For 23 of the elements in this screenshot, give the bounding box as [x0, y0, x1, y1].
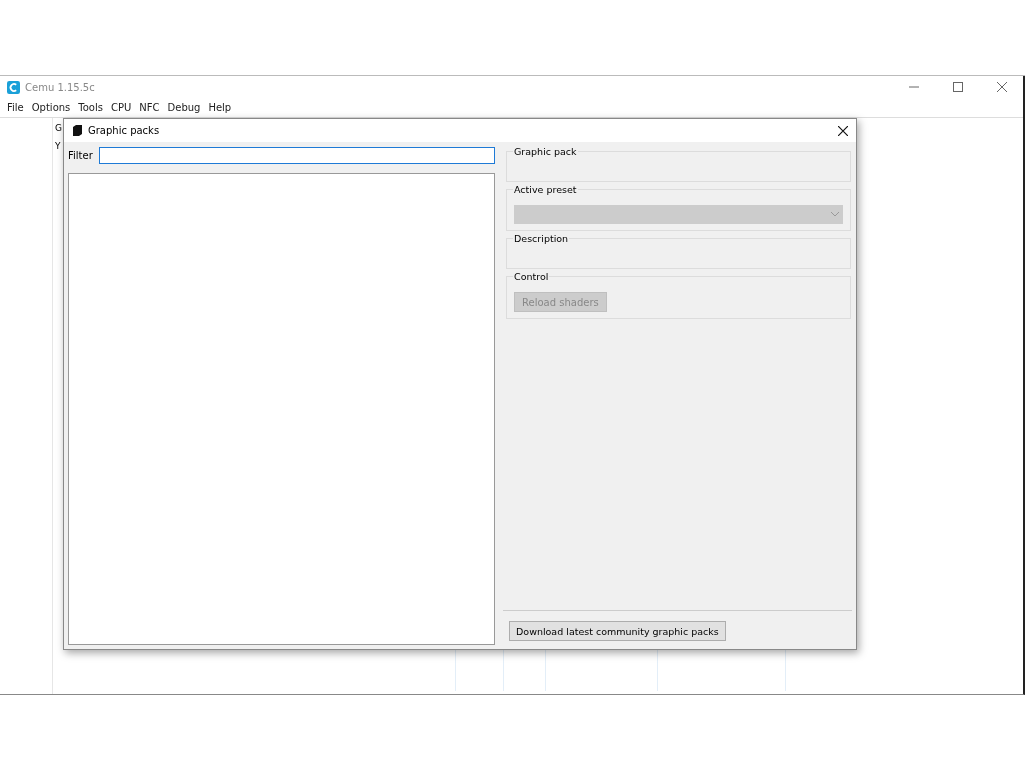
menu-item[interactable]: CPU	[106, 102, 136, 113]
download-button[interactable]: Download latest community graphic packs	[509, 621, 726, 641]
filter-field[interactable]	[98, 147, 495, 164]
menu-item[interactable]: Tools	[74, 102, 107, 113]
maximize-icon[interactable]	[953, 82, 963, 92]
book-icon	[72, 125, 82, 136]
dialog-title: Graphic packs	[88, 125, 160, 136]
menu-item[interactable]: Help	[204, 102, 236, 113]
menu-item[interactable]: NFC	[135, 102, 164, 113]
group-label: Graphic pack	[513, 146, 578, 157]
filter-label: Filter	[68, 150, 93, 161]
list-header-text: G	[55, 122, 62, 134]
group-label: Description	[513, 233, 570, 244]
menu-item[interactable]: File	[3, 102, 28, 113]
list-header-text: Y	[55, 140, 62, 152]
group-label: Active preset	[513, 184, 578, 195]
menu-item[interactable]: Options	[27, 102, 75, 113]
chevron-down-icon	[831, 212, 839, 217]
window-title: Cemu 1.15.5c	[25, 81, 95, 93]
group-label: Control	[513, 271, 550, 282]
app-logo-icon	[7, 80, 20, 94]
close-icon[interactable]	[838, 125, 848, 136]
menu-item[interactable]: Debug	[163, 102, 205, 113]
